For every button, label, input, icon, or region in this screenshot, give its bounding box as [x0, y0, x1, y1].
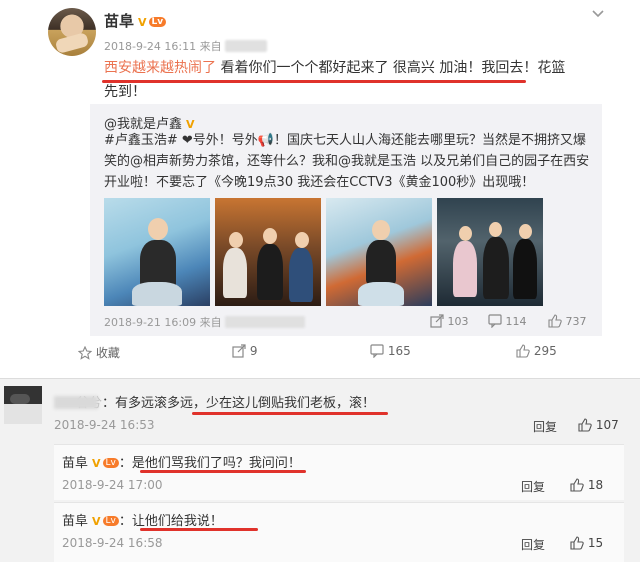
comment-1-time: 2018-9-24 16:53 [54, 418, 155, 432]
comment-icon [370, 344, 384, 358]
post-time: 2018-9-24 16:11 来自 [104, 40, 222, 53]
comment-icon [488, 314, 502, 328]
post-meta: 2018-9-24 16:11 来自 [104, 38, 268, 54]
reply-1-like-button[interactable]: 18 [570, 478, 603, 492]
comment-1-like-button[interactable]: 107 [578, 418, 619, 432]
post-text-highlight: 西安越来越热闹了 [104, 60, 216, 76]
star-icon [78, 346, 92, 360]
thumbs-up-icon [516, 344, 530, 358]
comment-1-text: ：有多远滚多远，少在这儿倒贴我们老板，滚！ [102, 396, 376, 411]
repost-forward-button[interactable]: 103 [430, 314, 469, 328]
reply-2-name[interactable]: 苗阜 [62, 514, 88, 529]
author-avatar[interactable] [48, 8, 96, 56]
divider [0, 378, 640, 379]
favorite-button[interactable]: 收藏 [78, 344, 120, 368]
repost-like-button[interactable]: 737 [548, 314, 587, 328]
comment-1-like-count: 107 [595, 418, 619, 432]
verified-v-icon: V [138, 16, 147, 29]
repost-like-count: 737 [565, 315, 587, 328]
reply-2-time: 2018-9-24 16:58 [62, 536, 163, 550]
verified-v-icon: V [92, 457, 101, 470]
favorite-label: 收藏 [95, 346, 120, 360]
forward-count: 9 [249, 344, 258, 358]
repost-photo-4[interactable] [437, 198, 543, 306]
share-icon [430, 314, 444, 328]
repost-comment-count: 114 [505, 315, 527, 328]
commenter-name-blurred[interactable] [54, 396, 98, 409]
reply-2-like-count: 15 [587, 536, 604, 550]
reply-2-reply-button[interactable]: 回复 [521, 536, 545, 553]
reply-1-time: 2018-9-24 17:00 [62, 478, 163, 492]
comment-1: 谷兮：有多远滚多远，少在这儿倒贴我们老板，滚！ [54, 392, 375, 411]
level-badge: Lv [102, 458, 119, 468]
repost-comment-button[interactable]: 114 [488, 314, 527, 328]
red-underline [102, 80, 526, 83]
forward-button[interactable]: 9 [232, 344, 257, 368]
blurred-source [225, 40, 268, 52]
chevron-down-icon[interactable] [592, 6, 604, 22]
level-badge: Lv [148, 17, 167, 27]
commenter-avatar[interactable] [4, 386, 42, 424]
post-author-name[interactable]: 苗阜 [104, 12, 134, 30]
thumbs-up-icon [570, 536, 584, 550]
like-button[interactable]: 295 [516, 344, 557, 368]
reply-1-name[interactable]: 苗阜 [62, 456, 88, 471]
thumbs-up-icon [570, 478, 584, 492]
repost-photo-2[interactable] [215, 198, 321, 306]
thumbs-up-icon [578, 418, 592, 432]
repost-meta: 2018-9-21 16:09 来自 [104, 314, 306, 330]
share-icon [232, 344, 246, 358]
like-count: 295 [533, 344, 557, 358]
repost-forward-count: 103 [447, 315, 469, 328]
reply-2-like-button[interactable]: 15 [570, 536, 603, 550]
reply-2: 苗阜 V Lv ：让他们给我说！ [62, 510, 223, 529]
comment-1-reply-button[interactable]: 回复 [533, 418, 557, 435]
post-author[interactable]: 苗阜 V Lv [104, 10, 167, 31]
repost-photo-3[interactable] [326, 198, 432, 306]
reply-1-text: ：是他们骂我们了吗？我问问！ [118, 456, 301, 471]
comment-button[interactable]: 165 [370, 344, 411, 368]
reply-1-like-count: 18 [587, 478, 604, 492]
reply-2-text: ：让他们给我说！ [118, 514, 223, 529]
thumbs-up-icon [548, 314, 562, 328]
red-underline [192, 412, 388, 415]
red-underline [140, 470, 306, 473]
red-underline [140, 528, 258, 531]
level-badge: Lv [102, 516, 119, 526]
comment-count: 165 [387, 344, 411, 358]
verified-v-icon: V [92, 515, 101, 528]
blurred-source [225, 316, 306, 328]
reply-1: 苗阜 V Lv ：是他们骂我们了吗？我问问！ [62, 452, 301, 471]
repost-text: #卢鑫玉浩# ❤号外！号外📢！国庆七天人山人海还能去哪里玩？当然是不拥挤又爆笑的… [104, 133, 590, 190]
repost-time: 2018-9-21 16:09 来自 [104, 316, 222, 329]
repost-photo-1[interactable] [104, 198, 210, 306]
reply-1-reply-button[interactable]: 回复 [521, 478, 545, 495]
